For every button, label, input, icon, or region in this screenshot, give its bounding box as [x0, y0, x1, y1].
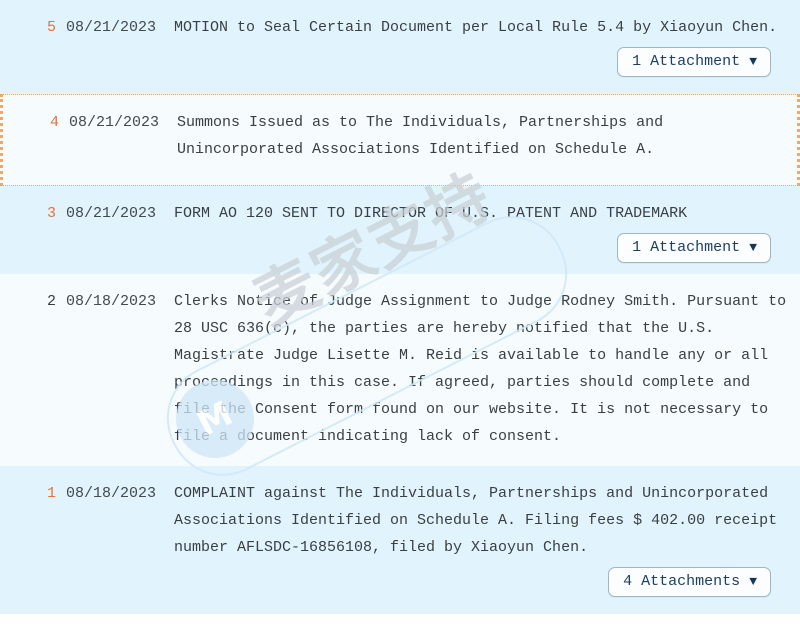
description-line: MOTION to Seal Certain Document per Loca… — [174, 19, 778, 36]
filing-date: 08/21/2023 — [69, 114, 160, 131]
row-content: 3 08/21/2023 FORM AO 120 SENT TO DIRECTOR … — [0, 186, 800, 227]
docket-description: COMPLAINT against The Individuals, Partn… — [174, 480, 800, 561]
attachment-label: 1 Attachment — [632, 239, 741, 256]
docket-description: MOTION to Seal Certain Document per Loca… — [174, 14, 800, 41]
row-content: 4 08/21/2023 Summons Issued as to The Indi… — [3, 95, 797, 163]
attachment-dropdown-button[interactable]: 1 Attachment ▼ — [617, 233, 771, 263]
filing-date: 08/18/2023 — [66, 293, 157, 310]
table-row[interactable]: 1 08/18/2023 COMPLAINT against The Individ… — [0, 466, 800, 614]
docket-description: Clerks Notice of Judge Assignment to Jud… — [174, 288, 800, 450]
attachment-label: 4 Attachments — [623, 573, 741, 590]
description-line: Associations Identified on Schedule A. F… — [174, 512, 778, 529]
docket-number[interactable]: 2 — [0, 288, 56, 315]
description-line: number AFLSDC-16856108, filed by Xiaoyun… — [174, 539, 589, 556]
table-row[interactable]: 2 08/18/2023 Clerks Notice of Judge Assign… — [0, 274, 800, 466]
filing-date: 08/21/2023 — [66, 205, 157, 222]
attachment-dropdown-button[interactable]: 4 Attachments ▼ — [608, 567, 771, 597]
description-line: file a document indicating lack of conse… — [174, 428, 562, 445]
attachment-button-container: 1 Attachment ▼ — [0, 41, 800, 89]
docket-number[interactable]: 3 — [0, 200, 56, 227]
chevron-down-icon: ▼ — [749, 240, 757, 255]
row-content: 2 08/18/2023 Clerks Notice of Judge Assign… — [0, 274, 800, 450]
description-line: Summons Issued as to The Individuals, Pa… — [177, 114, 664, 131]
docket-rows-container: 5 08/21/2023 MOTION to Seal Certain Docume… — [0, 0, 800, 614]
table-row[interactable]: 3 08/21/2023 FORM AO 120 SENT TO DIRECTOR … — [0, 186, 800, 274]
filing-date: 08/21/2023 — [66, 19, 157, 36]
description-line: FORM AO 120 SENT TO DIRECTOR OF U.S. PAT… — [174, 205, 688, 222]
filing-date: 08/18/2023 — [66, 485, 157, 502]
attachment-dropdown-button[interactable]: 1 Attachment ▼ — [617, 47, 771, 77]
description-line: Magistrate Judge Lisette M. Reid is avai… — [174, 347, 769, 364]
row-content: 5 08/21/2023 MOTION to Seal Certain Docume… — [0, 0, 800, 41]
attachment-button-container: 1 Attachment ▼ — [0, 227, 800, 275]
table-row[interactable]: 4 08/21/2023 Summons Issued as to The Indi… — [0, 94, 800, 186]
description-line: Unincorporated Associations Identified o… — [177, 141, 655, 158]
attachment-button-container: 4 Attachments ▼ — [0, 561, 800, 609]
description-line: Clerks Notice of Judge Assignment to Jud… — [174, 293, 787, 310]
description-line: proceedings in this case. If agreed, par… — [174, 374, 751, 391]
docket-table: 5 08/21/2023 MOTION to Seal Certain Docume… — [0, 0, 800, 627]
chevron-down-icon: ▼ — [749, 574, 757, 589]
description-line: COMPLAINT against The Individuals, Partn… — [174, 485, 769, 502]
docket-description: Summons Issued as to The Individuals, Pa… — [177, 109, 797, 163]
docket-number[interactable]: 4 — [3, 109, 59, 136]
docket-number[interactable]: 1 — [0, 480, 56, 507]
table-row[interactable]: 5 08/21/2023 MOTION to Seal Certain Docume… — [0, 0, 800, 94]
row-content: 1 08/18/2023 COMPLAINT against The Individ… — [0, 466, 800, 561]
description-line: file the Consent form found on our websi… — [174, 401, 769, 418]
chevron-down-icon: ▼ — [749, 54, 757, 69]
docket-description: FORM AO 120 SENT TO DIRECTOR OF U.S. PAT… — [174, 200, 800, 227]
docket-number[interactable]: 5 — [0, 14, 56, 41]
attachment-label: 1 Attachment — [632, 53, 741, 70]
description-line: 28 USC 636(c), the parties are hereby no… — [174, 320, 715, 337]
